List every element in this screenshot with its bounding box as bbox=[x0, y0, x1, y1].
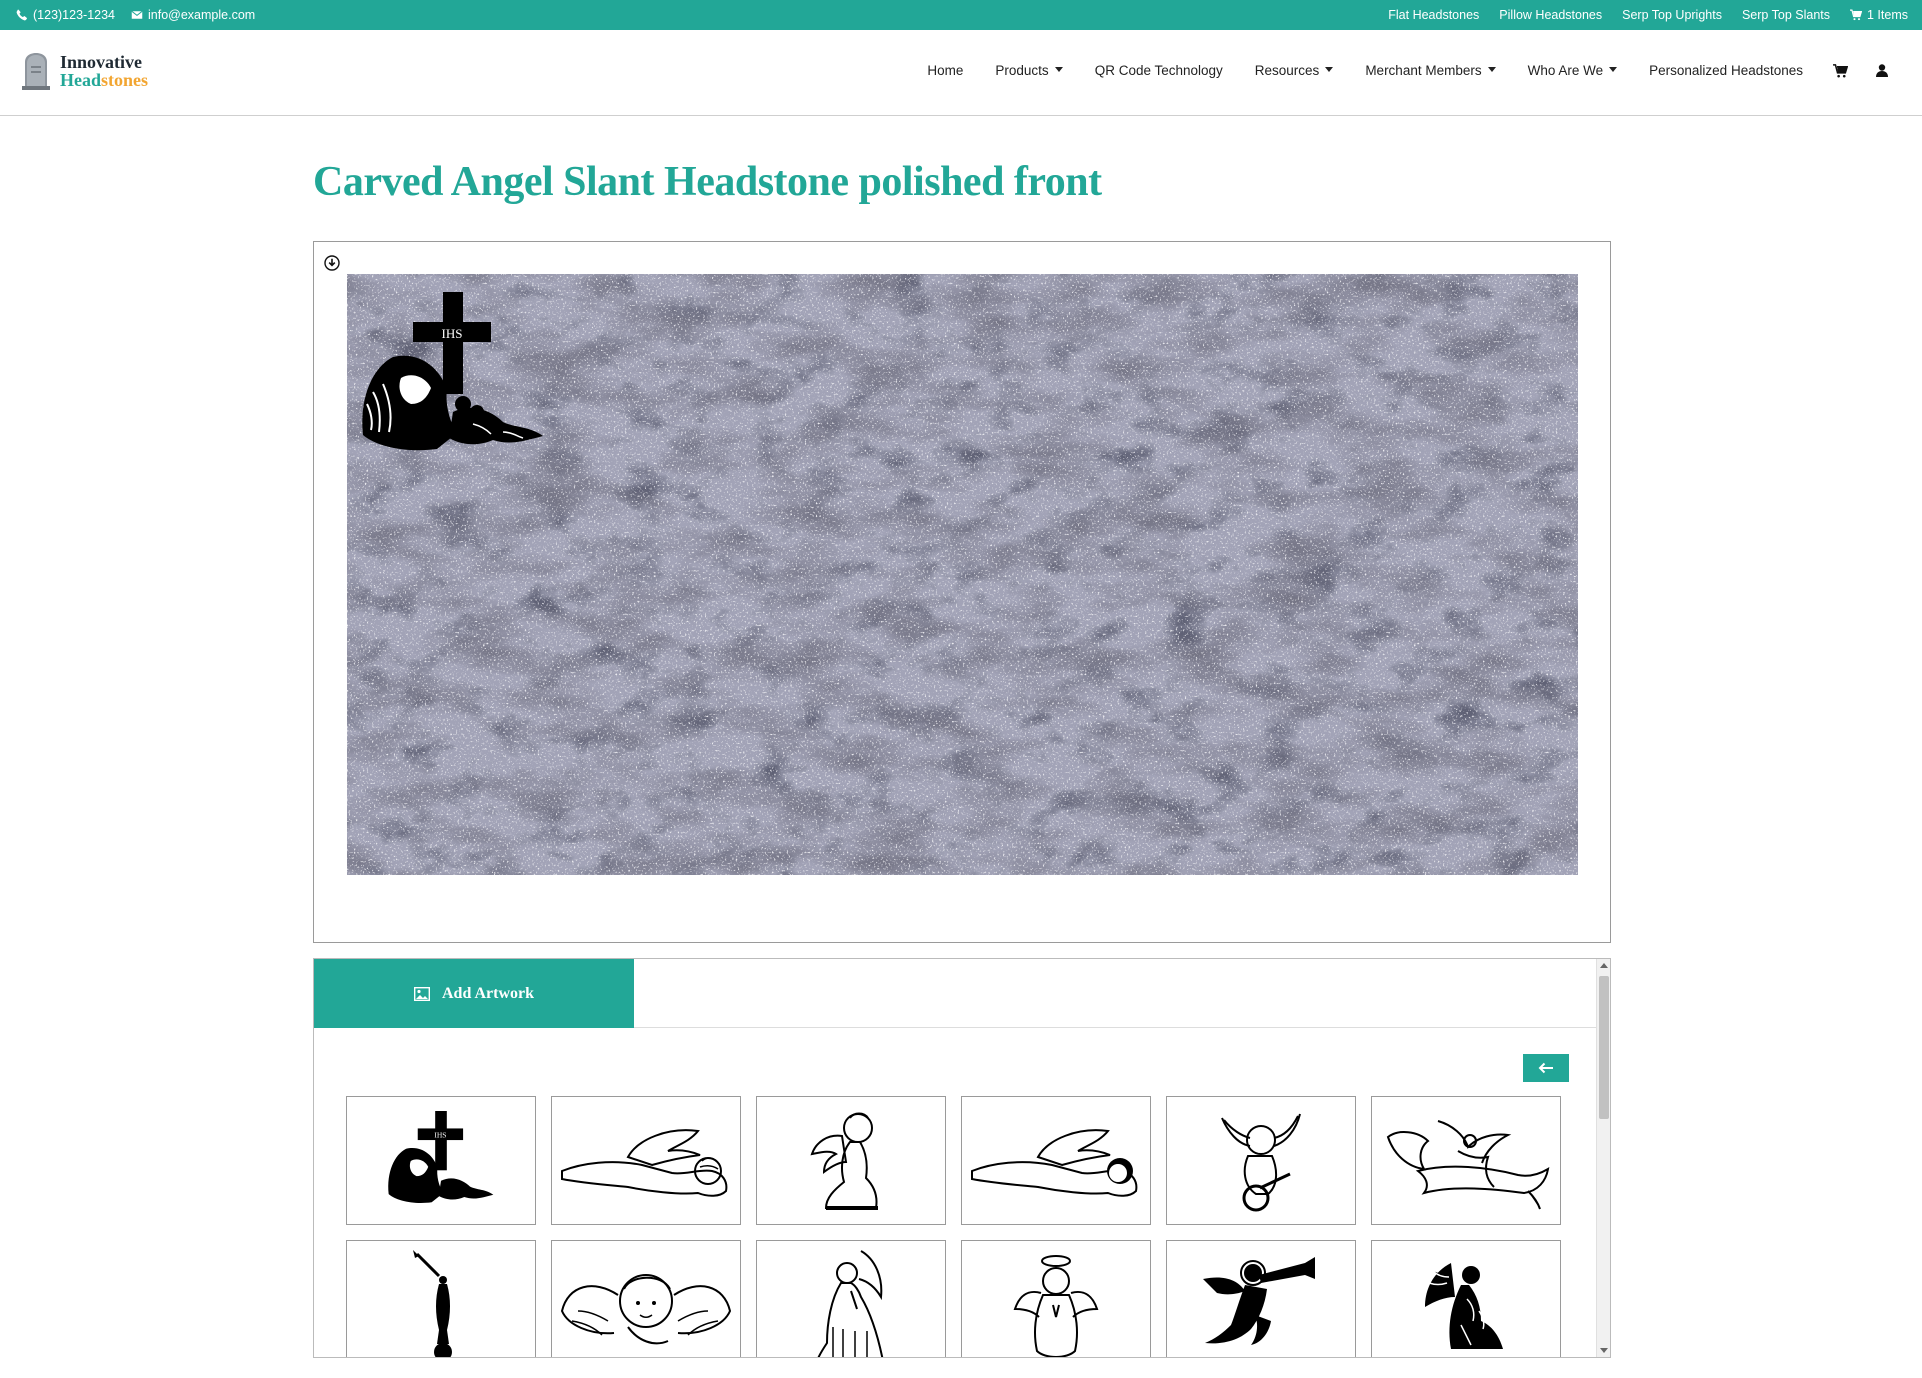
artwork-trumpet-angel-silhouette[interactable] bbox=[1166, 1240, 1356, 1357]
logo-line-1: Innovative bbox=[60, 52, 143, 72]
nav-who-are-we-label: Who Are We bbox=[1527, 63, 1604, 78]
nav-user-button[interactable] bbox=[1862, 64, 1902, 77]
nav-qr-code[interactable]: QR Code Technology bbox=[1079, 63, 1239, 78]
arrow-left-icon bbox=[1538, 1062, 1553, 1074]
scroll-down-arrow-icon[interactable] bbox=[1600, 1348, 1608, 1353]
caret-down-icon bbox=[1325, 67, 1334, 72]
nav-resources[interactable]: Resources bbox=[1239, 63, 1350, 78]
page-title: Carved Angel Slant Headstone polished fr… bbox=[313, 159, 1102, 205]
site-logo[interactable]: Innovative Headstones bbox=[22, 52, 148, 90]
artwork-panel: Add Artwork IHS bbox=[313, 958, 1611, 1358]
nav-personalized-label: Personalized Headstones bbox=[1649, 63, 1803, 78]
caret-down-icon bbox=[1609, 67, 1618, 72]
top-links: Flat Headstones Pillow Headstones Serp T… bbox=[1388, 8, 1908, 22]
placed-artwork-angel-cross[interactable]: IHS bbox=[353, 292, 553, 464]
email-text: info@example.com bbox=[148, 8, 256, 22]
top-cart-link[interactable]: 1 Items bbox=[1850, 8, 1908, 22]
artwork-flying-angel-with-banner[interactable] bbox=[1371, 1096, 1561, 1225]
contact-info: (123)123-1234 info@example.com bbox=[16, 8, 255, 22]
panel-scrollbar[interactable] bbox=[1596, 959, 1610, 1357]
artwork-haloed-praying-angel[interactable] bbox=[961, 1240, 1151, 1357]
artwork-cherub-face-with-wings[interactable] bbox=[551, 1240, 741, 1357]
scroll-up-arrow-icon[interactable] bbox=[1600, 963, 1608, 968]
phone-text: (123)123-1234 bbox=[33, 8, 116, 22]
cherub-face-icon bbox=[560, 1273, 732, 1344]
design-canvas: IHS bbox=[313, 241, 1611, 943]
tab-add-artwork[interactable]: Add Artwork bbox=[314, 959, 634, 1028]
artwork-grid: IHS bbox=[346, 1096, 1561, 1357]
granite-stone-preview: IHS bbox=[347, 274, 1578, 875]
cherub-banjo-icon bbox=[1221, 1113, 1301, 1211]
praying-angel-icon bbox=[817, 1249, 884, 1357]
toplink-pillow-headstones[interactable]: Pillow Headstones bbox=[1499, 8, 1602, 22]
headstone-logo-icon bbox=[22, 53, 50, 90]
svg-text:IHS: IHS bbox=[434, 1130, 446, 1139]
toplink-flat-headstones[interactable]: Flat Headstones bbox=[1388, 8, 1479, 22]
haloed-angel-icon bbox=[1013, 1254, 1099, 1357]
artwork-sleeping-cherub-1[interactable] bbox=[551, 1096, 741, 1225]
svg-text:IHS: IHS bbox=[442, 326, 463, 341]
artwork-praying-angel[interactable] bbox=[756, 1240, 946, 1357]
tab-add-artwork-label: Add Artwork bbox=[441, 984, 534, 1002]
cart-icon bbox=[1833, 63, 1848, 77]
nav-home[interactable]: Home bbox=[911, 63, 979, 78]
artwork-angel-moroni-statue[interactable] bbox=[346, 1240, 536, 1357]
site-header: Innovative Headstones Home Products QR C… bbox=[0, 30, 1922, 116]
panel-tab-bar: Add Artwork bbox=[314, 959, 1598, 1028]
logo-line-2b: stones bbox=[101, 70, 149, 90]
nav-products-label: Products bbox=[995, 63, 1049, 78]
nav-products[interactable]: Products bbox=[979, 63, 1078, 78]
back-button[interactable] bbox=[1523, 1054, 1569, 1082]
caret-down-icon bbox=[1487, 67, 1496, 72]
artwork-kneeling-angel-silhouette[interactable] bbox=[1371, 1240, 1561, 1357]
kneeling-angel-icon bbox=[1425, 1262, 1503, 1349]
angel-statue-icon bbox=[413, 1249, 452, 1357]
download-circle-icon[interactable] bbox=[324, 255, 340, 271]
nav-merchant-members-label: Merchant Members bbox=[1365, 63, 1482, 78]
artwork-cherub-with-banjo[interactable] bbox=[1166, 1096, 1356, 1225]
nav-personalized-headstones[interactable]: Personalized Headstones bbox=[1633, 63, 1819, 78]
flying-angel-icon bbox=[1386, 1119, 1550, 1209]
phone-icon bbox=[16, 9, 27, 21]
phone-link[interactable]: (123)123-1234 bbox=[16, 8, 115, 22]
logo-line-2a: Head bbox=[60, 70, 102, 90]
top-contact-bar: (123)123-1234 info@example.com Flat Head… bbox=[0, 0, 1922, 30]
artwork-angel-with-cross[interactable]: IHS bbox=[346, 1096, 536, 1225]
nav-qr-code-label: QR Code Technology bbox=[1094, 63, 1223, 78]
cart-icon bbox=[1850, 9, 1862, 21]
sleeping-cherub-icon bbox=[561, 1128, 728, 1197]
user-icon bbox=[1876, 64, 1888, 77]
artwork-kneeling-cherub[interactable] bbox=[756, 1096, 946, 1225]
nav-home-label: Home bbox=[927, 63, 964, 78]
image-icon bbox=[413, 986, 430, 1001]
nav-who-are-we[interactable]: Who Are We bbox=[1512, 63, 1634, 78]
envelope-icon bbox=[131, 10, 143, 19]
cart-count: 1 Items bbox=[1867, 8, 1908, 22]
caret-down-icon bbox=[1054, 67, 1063, 72]
toplink-serp-top-slants[interactable]: Serp Top Slants bbox=[1742, 8, 1830, 22]
sleeping-cherub-icon bbox=[971, 1128, 1138, 1197]
toplink-serp-top-uprights[interactable]: Serp Top Uprights bbox=[1622, 8, 1722, 22]
nav-resources-label: Resources bbox=[1254, 63, 1320, 78]
nav-cart-button[interactable] bbox=[1819, 63, 1862, 78]
email-link[interactable]: info@example.com bbox=[131, 8, 255, 22]
nav-merchant-members[interactable]: Merchant Members bbox=[1349, 63, 1511, 78]
angel-cross-icon: IHS bbox=[388, 1110, 494, 1203]
trumpet-angel-icon bbox=[1203, 1256, 1315, 1345]
main-nav: Home Products QR Code Technology Resourc… bbox=[911, 63, 1902, 78]
artwork-sleeping-cherub-2[interactable] bbox=[961, 1096, 1151, 1225]
kneeling-cherub-icon bbox=[810, 1112, 878, 1210]
scroll-thumb[interactable] bbox=[1599, 976, 1609, 1119]
